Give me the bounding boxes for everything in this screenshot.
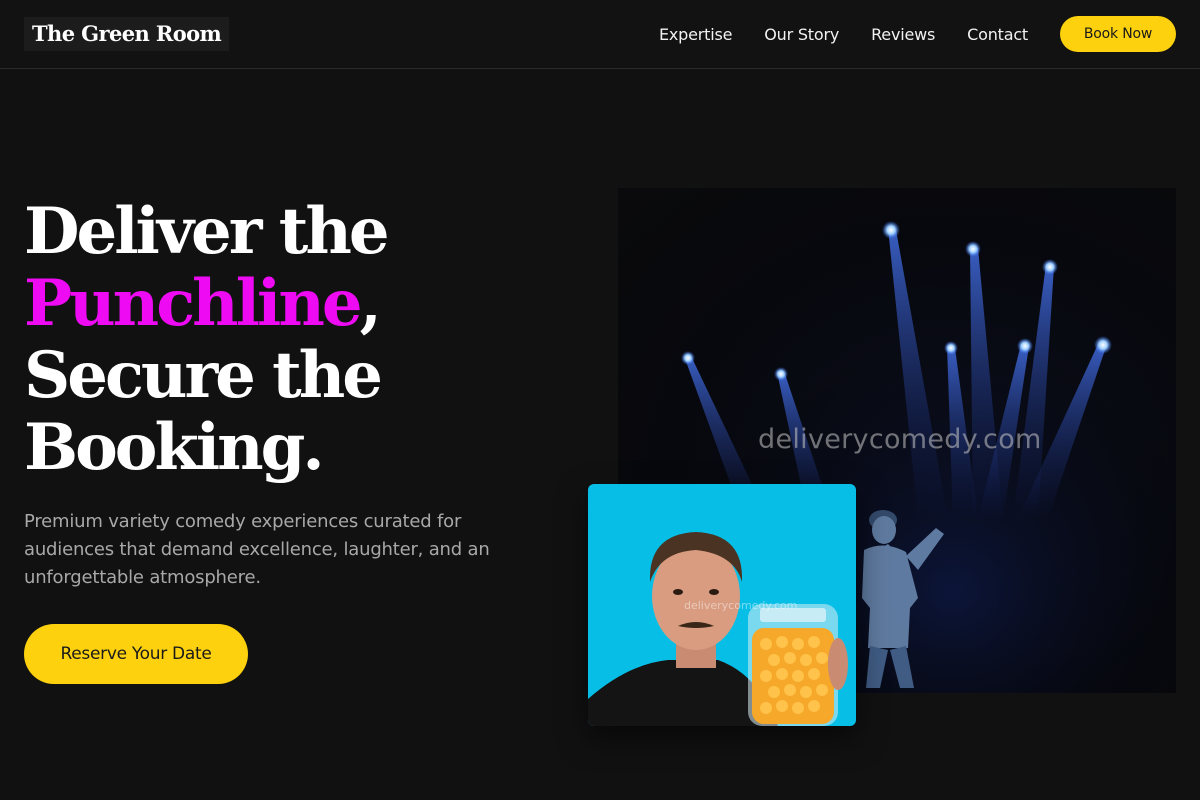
nav-link-expertise[interactable]: Expertise: [659, 25, 732, 44]
hero-title-line-3: Secure the: [24, 338, 383, 413]
hero-title-accent: Punchline: [24, 266, 363, 341]
reserve-date-button[interactable]: Reserve Your Date: [24, 624, 248, 684]
book-now-button[interactable]: Book Now: [1060, 16, 1176, 52]
main-nav: Expertise Our Story Reviews Contact Book…: [659, 0, 1176, 68]
hero-title-line-2: Punchline,: [24, 268, 387, 340]
nav-link-reviews[interactable]: Reviews: [871, 25, 935, 44]
hero-title-line-4: Booking.: [24, 410, 325, 485]
hero-title-line-1: Deliver the: [24, 194, 390, 269]
comedian-photo: deliverycomedy.com: [588, 484, 856, 726]
site-header: The Green Room Expertise Our Story Revie…: [0, 0, 1200, 69]
stage-watermark: deliverycomedy.com: [758, 424, 1042, 455]
hero-title: Deliver the Punchline, Secure the Bookin…: [24, 194, 390, 485]
photo-watermark: deliverycomedy.com: [684, 599, 798, 612]
brand-logo[interactable]: The Green Room: [24, 17, 230, 51]
hero-title-comma: ,: [359, 266, 382, 341]
nav-link-our-story[interactable]: Our Story: [764, 25, 839, 44]
nav-link-contact[interactable]: Contact: [967, 25, 1028, 44]
hero-subtitle: Premium variety comedy experiences curat…: [24, 511, 490, 588]
